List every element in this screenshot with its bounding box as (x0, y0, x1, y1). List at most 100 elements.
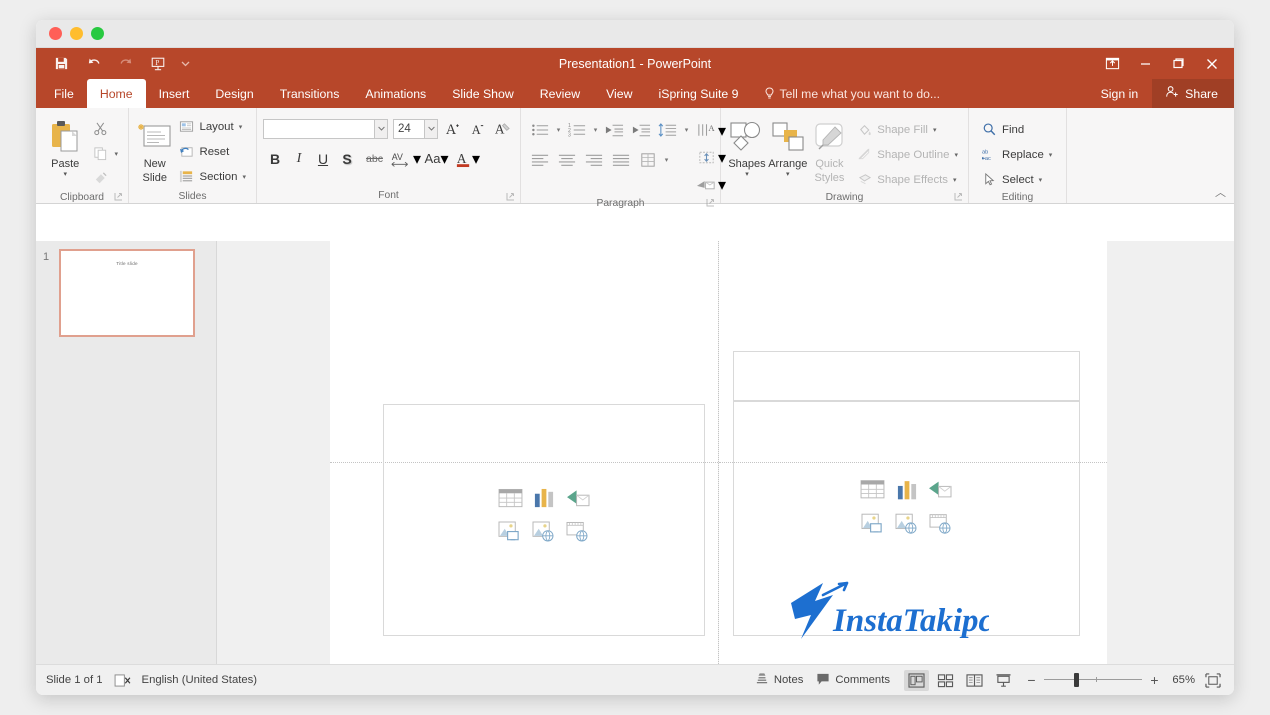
decrease-indent-button[interactable] (601, 118, 627, 142)
select-caret-icon[interactable]: ▾ (1039, 176, 1043, 184)
tab-file[interactable]: File (41, 79, 87, 108)
shape-fill-button[interactable]: Shape Fill ▾ (852, 117, 962, 142)
restore-icon[interactable] (1162, 51, 1195, 77)
share-button[interactable]: Share (1152, 79, 1234, 108)
find-button[interactable]: Find (977, 117, 1056, 142)
pictures-icon[interactable] (860, 511, 886, 535)
columns-caret-icon[interactable]: ▾ (662, 156, 671, 164)
section-caret-icon[interactable]: ▾ (242, 173, 246, 181)
save-icon[interactable] (48, 52, 75, 76)
insert-smartart-icon[interactable] (928, 477, 954, 501)
insert-table-icon[interactable] (860, 477, 886, 501)
insert-chart-icon[interactable] (531, 486, 557, 510)
layout-button[interactable]: Layout ▾ (174, 114, 250, 139)
center-button[interactable] (554, 148, 580, 172)
change-case-caret-icon[interactable]: ▾ (440, 149, 448, 169)
tab-design[interactable]: Design (202, 79, 266, 108)
sign-in-button[interactable]: Sign in (1087, 79, 1153, 108)
tab-insert[interactable]: Insert (146, 79, 203, 108)
font-size-caret-icon[interactable] (425, 118, 438, 139)
slide-show-view-button[interactable] (991, 670, 1016, 691)
slide-sorter-view-button[interactable] (933, 670, 958, 691)
mac-minimize-button[interactable] (70, 27, 83, 40)
copy-caret-icon[interactable]: ▾ (114, 150, 118, 158)
cut-button[interactable] (88, 116, 122, 141)
shape-outline-button[interactable]: Shape Outline ▾ (852, 142, 962, 167)
line-spacing-button[interactable] (655, 118, 681, 142)
insert-video-icon[interactable] (928, 511, 954, 535)
zoom-in-button[interactable]: + (1149, 672, 1160, 688)
bold-button[interactable]: B (263, 147, 287, 171)
undo-icon[interactable] (80, 52, 107, 76)
shapes-caret-icon[interactable]: ▾ (745, 171, 749, 179)
line-spacing-caret-icon[interactable]: ▾ (682, 126, 691, 134)
tab-view[interactable]: View (593, 79, 645, 108)
tab-transitions[interactable]: Transitions (267, 79, 353, 108)
minimize-icon[interactable] (1129, 51, 1162, 77)
qat-customize-caret-icon[interactable] (176, 53, 194, 75)
fit-to-window-button[interactable] (1202, 670, 1224, 690)
zoom-percentage[interactable]: 65% (1167, 674, 1195, 686)
drawing-dialog-launcher[interactable] (954, 192, 963, 201)
tab-slide-show[interactable]: Slide Show (439, 79, 527, 108)
layout-caret-icon[interactable]: ▾ (239, 123, 243, 131)
section-button[interactable]: Section ▾ (174, 164, 250, 189)
align-left-button[interactable] (527, 148, 553, 172)
replace-caret-icon[interactable]: ▾ (1049, 151, 1053, 159)
quick-styles-button[interactable]: Quick Styles (809, 113, 851, 192)
zoom-slider[interactable] (1044, 673, 1142, 687)
reset-button[interactable]: Reset (174, 139, 250, 164)
replace-button[interactable]: ab ac Replace ▾ (977, 142, 1056, 167)
numbering-button[interactable]: 123 (564, 118, 590, 142)
select-button[interactable]: Select ▾ (977, 167, 1056, 192)
ribbon-display-options-icon[interactable] (1096, 51, 1129, 77)
insert-chart-icon[interactable] (894, 477, 920, 501)
insert-video-icon[interactable] (565, 520, 591, 544)
bullets-button[interactable] (527, 118, 553, 142)
change-case-button[interactable]: Aa ▾ (421, 147, 452, 171)
font-size-input[interactable]: 24 (393, 118, 425, 139)
redo-icon[interactable] (112, 52, 139, 76)
format-painter-button[interactable] (88, 166, 122, 191)
increase-indent-button[interactable] (628, 118, 654, 142)
zoom-out-button[interactable]: − (1026, 672, 1037, 688)
copy-button[interactable]: ▾ (88, 141, 122, 166)
close-icon[interactable] (1195, 51, 1228, 77)
mac-close-button[interactable] (49, 27, 62, 40)
slide-thumbnail-1[interactable]: Title slide (59, 249, 195, 337)
shape-effects-caret-icon[interactable]: ▾ (953, 176, 957, 184)
insert-table-icon[interactable] (497, 486, 523, 510)
zoom-slider-thumb[interactable] (1074, 673, 1080, 687)
font-name-caret-icon[interactable] (375, 118, 388, 139)
slideshow-icon[interactable]: P (144, 52, 171, 76)
increase-font-size-button[interactable]: A (441, 117, 463, 141)
mac-maximize-button[interactable] (91, 27, 104, 40)
strikethrough-button[interactable]: abc (359, 147, 390, 171)
slide-thumbnail-pane[interactable]: 1 Title slide (36, 241, 217, 664)
paste-button[interactable]: Paste ▾ (42, 113, 88, 191)
font-color-caret-icon[interactable]: ▾ (472, 149, 480, 169)
notes-button[interactable]: Notes (755, 672, 803, 689)
justify-button[interactable] (608, 148, 634, 172)
underline-button[interactable]: U (311, 147, 335, 171)
reading-view-button[interactable] (962, 670, 987, 691)
font-color-button[interactable]: A ▾ (452, 147, 483, 171)
italic-button[interactable]: I (287, 147, 311, 171)
numbering-caret-icon[interactable]: ▾ (591, 126, 600, 134)
char-spacing-caret-icon[interactable]: ▾ (413, 149, 421, 169)
tab-ispring-suite[interactable]: iSpring Suite 9 (646, 79, 752, 108)
paragraph-dialog-launcher[interactable] (706, 198, 715, 207)
columns-button[interactable] (635, 148, 661, 172)
tell-me-search[interactable]: Tell me what you want to do... (752, 79, 940, 108)
bullets-caret-icon[interactable]: ▾ (554, 126, 563, 134)
collapse-ribbon-button[interactable]: ︿ (1215, 184, 1226, 200)
shape-outline-caret-icon[interactable]: ▾ (954, 151, 958, 159)
slide-canvas-left[interactable] (330, 241, 718, 664)
insert-smartart-icon[interactable] (565, 486, 591, 510)
pictures-icon[interactable] (497, 520, 523, 544)
accessibility-check-icon[interactable] (114, 673, 131, 687)
language-indicator[interactable]: English (United States) (142, 674, 258, 686)
new-slide-button[interactable]: New Slide (135, 113, 174, 189)
online-pictures-icon[interactable] (531, 520, 557, 544)
clipboard-dialog-launcher[interactable] (114, 192, 123, 201)
